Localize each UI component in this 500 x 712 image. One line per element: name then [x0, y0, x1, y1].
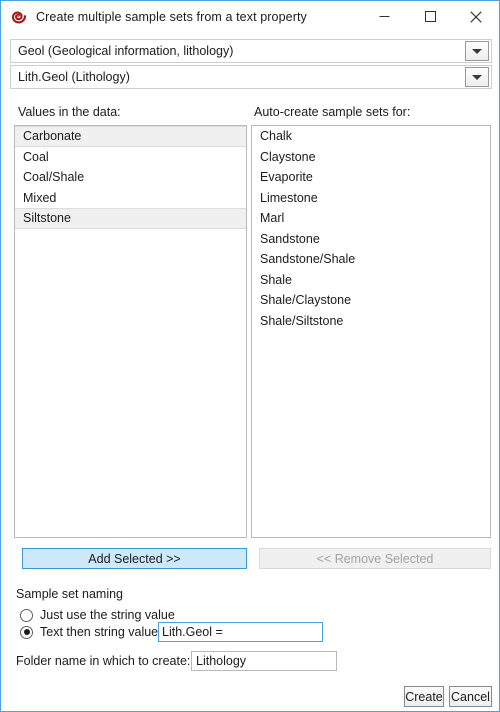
folder-name-input[interactable] — [191, 651, 337, 671]
list-item[interactable]: Chalk — [252, 126, 490, 147]
list-item[interactable]: Sandstone/Shale — [252, 249, 490, 270]
close-icon[interactable] — [453, 1, 499, 32]
targets-list-label: Auto-create sample sets for: — [254, 105, 411, 119]
list-item[interactable]: Marl — [252, 208, 490, 229]
targets-listbox[interactable]: Chalk Claystone Evaporite Limestone Marl Sand… — [251, 125, 491, 538]
sample-set-naming-label: Sample set naming — [16, 587, 124, 601]
list-item[interactable]: Mixed — [15, 188, 246, 209]
chevron-down-icon[interactable] — [465, 67, 489, 87]
chevron-down-icon[interactable] — [465, 41, 489, 61]
remove-selected-button[interactable]: << Remove Selected — [259, 548, 491, 569]
radio-text-then-string-value-label: Text then string value — [40, 625, 159, 639]
cancel-button[interactable]: Cancel — [449, 686, 492, 707]
dialog-window: Create multiple sample sets from a text … — [0, 0, 500, 712]
radio-just-string-value-indicator[interactable] — [20, 608, 33, 622]
radio-text-then-string-value-indicator[interactable] — [20, 625, 33, 639]
title-bar: Create multiple sample sets from a text … — [1, 1, 499, 33]
list-item[interactable]: Shale/Siltstone — [252, 311, 490, 332]
list-item[interactable]: Shale — [252, 270, 490, 291]
list-item[interactable]: Sandstone — [252, 229, 490, 250]
list-item[interactable]: Siltstone — [15, 208, 246, 229]
minimize-icon[interactable] — [361, 1, 407, 32]
list-item[interactable]: Shale/Claystone — [252, 290, 490, 311]
window-title: Create multiple sample sets from a text … — [36, 10, 307, 24]
list-item[interactable]: Coal — [15, 147, 246, 168]
property-combo[interactable]: Geol (Geological information, lithology) — [10, 39, 492, 63]
chevron-down-glyph — [472, 74, 482, 80]
list-item[interactable]: Carbonate — [15, 126, 246, 147]
template-combo[interactable]: Lith.Geol (Lithology) — [10, 65, 492, 89]
prefix-text-input[interactable] — [158, 622, 323, 642]
values-listbox[interactable]: Carbonate Coal Coal/Shale Mixed Siltstone — [14, 125, 247, 538]
radio-text-then-string-value[interactable]: Text then string value — [20, 625, 158, 639]
radio-just-string-value-label: Just use the string value — [40, 608, 175, 622]
list-item[interactable]: Limestone — [252, 188, 490, 209]
property-combo-value: Geol (Geological information, lithology) — [18, 44, 234, 58]
app-swirl-icon — [11, 9, 27, 25]
radio-just-string-value[interactable]: Just use the string value — [20, 608, 175, 622]
list-item[interactable]: Coal/Shale — [15, 167, 246, 188]
maximize-icon[interactable] — [407, 1, 453, 32]
template-combo-value: Lith.Geol (Lithology) — [18, 70, 130, 84]
add-selected-button[interactable]: Add Selected >> — [22, 548, 247, 569]
chevron-down-glyph — [472, 48, 482, 54]
create-button[interactable]: Create — [404, 686, 444, 707]
list-item[interactable]: Claystone — [252, 147, 490, 168]
values-list-label: Values in the data: — [18, 105, 121, 119]
folder-name-label: Folder name in which to create: — [16, 654, 191, 668]
list-item[interactable]: Evaporite — [252, 167, 490, 188]
